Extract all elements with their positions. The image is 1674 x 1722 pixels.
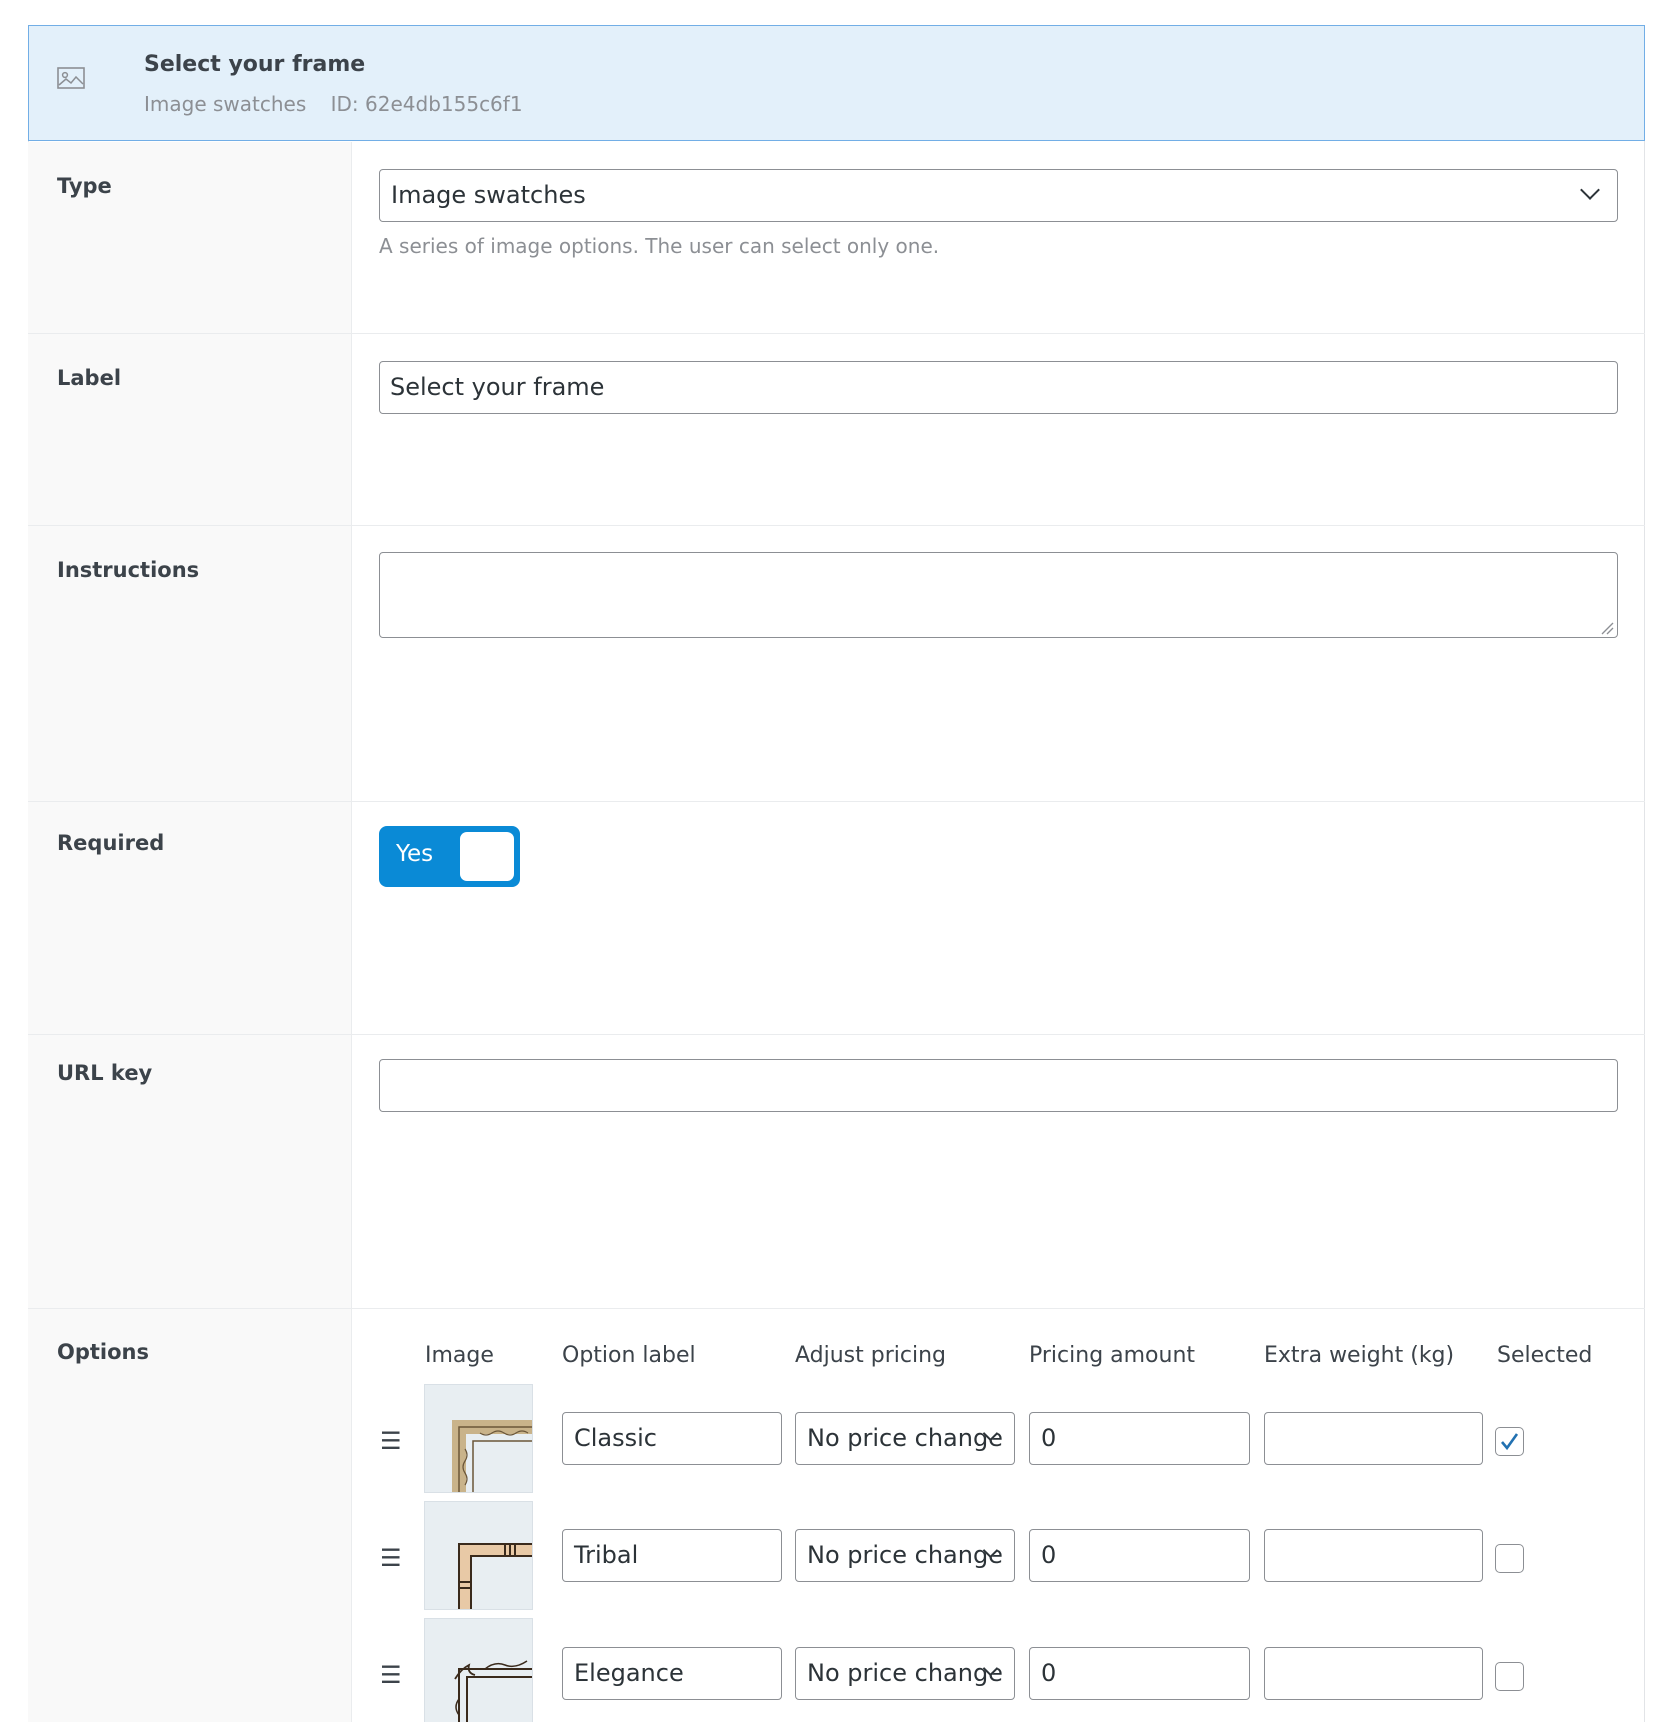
extra-weight-input[interactable] [1264,1412,1483,1465]
required-toggle-text: Yes [396,841,434,867]
toggle-knob [460,832,514,881]
field-title: Select your frame [144,52,366,77]
col-header-extra-weight: Extra weight (kg) [1264,1343,1455,1368]
field-meta: Image swatches ID: 62e4db155c6f1 [144,92,541,116]
col-header-image: Image [425,1343,494,1368]
field-header[interactable]: Select your frame Image swatches ID: 62e… [28,25,1645,141]
col-header-option-label: Option label [562,1343,696,1368]
adjust-pricing-value: No price change [807,1659,1003,1687]
options-label: Options [57,1340,149,1364]
adjust-pricing-value: No price change [807,1541,1003,1569]
option-label-input[interactable]: Classic [562,1412,782,1465]
checkmark-icon [1501,1433,1519,1451]
pricing-amount-input[interactable]: 0 [1029,1529,1250,1582]
option-label-input[interactable]: Elegance [562,1647,782,1700]
adjust-pricing-value: No price change [807,1424,1003,1452]
selected-checkbox[interactable] [1495,1427,1524,1456]
type-hint: A series of image options. The user can … [379,234,940,258]
elegance-frame-thumbnail[interactable] [424,1618,533,1722]
required-label: Required [57,831,165,855]
required-toggle[interactable]: Yes [379,826,520,887]
adjust-pricing-select[interactable]: No price change [795,1412,1015,1465]
selected-checkbox[interactable] [1495,1662,1524,1691]
required-row: Required Yes [28,802,1645,1035]
selected-checkbox[interactable] [1495,1544,1524,1573]
instructions-row: Instructions [28,526,1645,802]
type-row: Type Image swatches A series of image op… [28,142,1645,334]
instructions-label: Instructions [57,558,200,582]
drag-handle-icon[interactable]: ☰ [380,1546,402,1570]
chevron-down-icon [1580,180,1600,200]
drag-handle-icon[interactable]: ☰ [380,1663,402,1687]
tribal-frame-thumbnail[interactable] [424,1501,533,1610]
resize-handle-icon[interactable] [1600,620,1614,635]
url-key-input[interactable] [379,1059,1618,1112]
col-header-pricing-amount: Pricing amount [1029,1343,1196,1368]
field-id-text: ID: 62e4db155c6f1 [330,92,523,116]
pricing-amount-input[interactable]: 0 [1029,1412,1250,1465]
pricing-amount-input[interactable]: 0 [1029,1647,1250,1700]
col-header-selected: Selected [1497,1343,1593,1368]
instructions-textarea[interactable] [379,552,1618,638]
type-label: Type [57,174,112,198]
label-label: Label [57,366,122,390]
adjust-pricing-select[interactable]: No price change [795,1529,1015,1582]
url-key-row: URL key [28,1035,1645,1309]
drag-handle-icon[interactable]: ☰ [380,1429,402,1453]
adjust-pricing-select[interactable]: No price change [795,1647,1015,1700]
label-input[interactable]: Select your frame [379,361,1618,414]
extra-weight-input[interactable] [1264,1529,1483,1582]
extra-weight-input[interactable] [1264,1647,1483,1700]
field-type-text: Image swatches [144,92,307,116]
image-icon [57,67,85,91]
label-row: Label Select your frame [28,334,1645,526]
url-key-label: URL key [57,1061,153,1085]
classic-frame-thumbnail[interactable] [424,1384,533,1493]
option-label-input[interactable]: Tribal [562,1529,782,1582]
col-header-adjust-pricing: Adjust pricing [795,1343,947,1368]
type-select-value: Image swatches [391,181,586,209]
type-select[interactable]: Image swatches [379,169,1618,222]
